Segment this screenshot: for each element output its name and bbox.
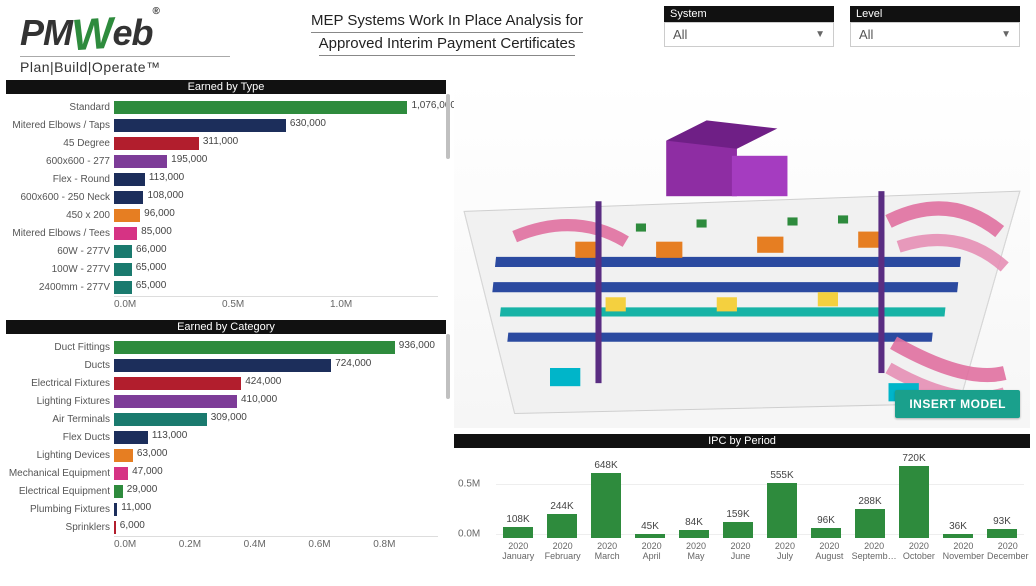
bar-row[interactable]: 600x600 - 250 Neck 108,000	[6, 188, 438, 206]
bar-col[interactable]: 648K	[584, 460, 628, 538]
bar-row[interactable]: Duct Fittings 936,000	[6, 338, 438, 356]
bar-col[interactable]: 288K	[848, 496, 892, 538]
filter-system-label: System	[664, 6, 834, 22]
bar-row[interactable]: Flex - Round 113,000	[6, 170, 438, 188]
filter-level-label: Level	[850, 6, 1020, 22]
bar-col[interactable]: 108K	[496, 514, 540, 538]
panel-title-earned-category: Earned by Category	[6, 320, 446, 334]
bar-row[interactable]: Mechanical Equipment 47,000	[6, 464, 438, 482]
chevron-down-icon: ▼	[815, 29, 825, 40]
bar-row[interactable]: Air Terminals 309,000	[6, 410, 438, 428]
chart-ipc-by-period[interactable]: 0.0M 0.5M 108K 244K 648K 45K 84K 159K 55…	[454, 448, 1030, 538]
bar-col[interactable]: 45K	[628, 521, 672, 539]
bar-col[interactable]: 720K	[892, 453, 936, 538]
bar-row[interactable]: Plumbing Fixtures 11,000	[6, 500, 438, 518]
chart-earned-by-type[interactable]: Standard 1,076,000 Mitered Elbows / Taps…	[6, 94, 446, 312]
brand-eb: eb	[113, 12, 153, 53]
brand-w: W	[70, 9, 114, 62]
bar-col[interactable]: 36K	[936, 521, 980, 538]
bar-row[interactable]: Ducts 724,000	[6, 356, 438, 374]
bar-col[interactable]: 159K	[716, 509, 760, 538]
bar-row[interactable]: 2400mm - 277V 65,000	[6, 278, 438, 296]
bar-row[interactable]: Sprinklers 6,000	[6, 518, 438, 536]
brand-pm: PM	[20, 12, 72, 53]
filter-system[interactable]: System All ▼	[664, 6, 834, 47]
bar-col[interactable]: 244K	[540, 501, 584, 538]
bar-row[interactable]: 600x600 - 277 195,000	[6, 152, 438, 170]
bar-row[interactable]: Lighting Fixtures 410,000	[6, 392, 438, 410]
bar-row[interactable]: Flex Ducts 113,000	[6, 428, 438, 446]
bar-row[interactable]: 450 x 200 96,000	[6, 206, 438, 224]
brand-logo: PMWeb® Plan|Build|Operate™	[20, 6, 230, 75]
scrollbar[interactable]	[446, 334, 450, 399]
chevron-down-icon: ▼	[1001, 29, 1011, 40]
page-title: MEP Systems Work In Place Analysis for A…	[230, 6, 664, 56]
insert-model-button[interactable]: INSERT MODEL	[895, 390, 1020, 418]
panel-title-ipc: IPC by Period	[454, 434, 1030, 448]
chart-earned-by-category[interactable]: Duct Fittings 936,000 Ducts 724,000 Elec…	[6, 334, 446, 552]
bar-col[interactable]: 93K	[980, 516, 1024, 538]
filter-level-value: All	[859, 27, 873, 42]
brand-reg: ®	[153, 6, 159, 17]
bar-row[interactable]: Mitered Elbows / Tees 85,000	[6, 224, 438, 242]
filter-system-value: All	[673, 27, 687, 42]
bar-col[interactable]: 555K	[760, 470, 804, 539]
bar-row[interactable]: Mitered Elbows / Taps 630,000	[6, 116, 438, 134]
scrollbar[interactable]	[446, 94, 450, 159]
bar-row[interactable]: Electrical Equipment 29,000	[6, 482, 438, 500]
bar-col[interactable]: 96K	[804, 515, 848, 538]
bar-col[interactable]: 84K	[672, 517, 716, 538]
bar-row[interactable]: Standard 1,076,000	[6, 98, 438, 116]
filter-level[interactable]: Level All ▼	[850, 6, 1020, 47]
model-3d-view[interactable]: INSERT MODEL	[454, 80, 1030, 428]
brand-tagline: Plan|Build|Operate™	[20, 56, 230, 75]
bar-row[interactable]: 60W - 277V 66,000	[6, 242, 438, 260]
bar-row[interactable]: 100W - 277V 65,000	[6, 260, 438, 278]
bar-row[interactable]: Electrical Fixtures 424,000	[6, 374, 438, 392]
bar-row[interactable]: Lighting Devices 63,000	[6, 446, 438, 464]
panel-title-earned-type: Earned by Type	[6, 80, 446, 94]
bar-row[interactable]: 45 Degree 311,000	[6, 134, 438, 152]
